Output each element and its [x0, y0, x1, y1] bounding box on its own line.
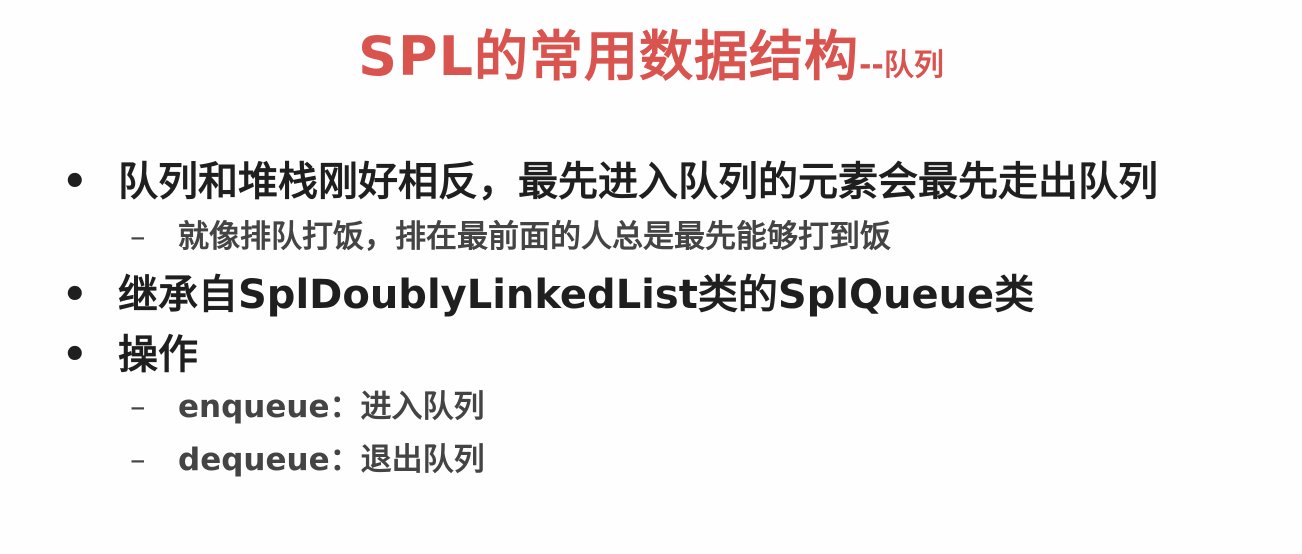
sub-bullet-text: dequeue：退出队列: [178, 442, 485, 478]
sub-bullet-marker: –: [130, 219, 146, 255]
bullet-marker: •: [62, 159, 88, 205]
bullet-marker: •: [62, 332, 88, 378]
bullet-text: 操作: [118, 332, 198, 378]
bullet-item: • 队列和堆栈刚好相反，最先进入队列的元素会最先走出队列: [62, 162, 1158, 202]
bullet-item: • 操作: [62, 335, 198, 375]
sub-bullet-text: 就像排队打饭，排在最前面的人总是最先能够打到饭: [178, 219, 891, 255]
sub-bullet-text: enqueue：进入队列: [178, 389, 485, 425]
bullet-text: 继承自SplDoublyLinkedList类的SplQueue类: [118, 272, 1035, 318]
sub-bullet-item: – enqueue：进入队列: [130, 392, 484, 423]
bullet-item: • 继承自SplDoublyLinkedList类的SplQueue类: [62, 275, 1034, 315]
bullet-text: 队列和堆栈刚好相反，最先进入队列的元素会最先走出队列: [118, 159, 1158, 205]
slide: SPL的常用数据结构--队列 • 队列和堆栈刚好相反，最先进入队列的元素会最先走出…: [0, 0, 1302, 554]
sub-bullet-item: – 就像排队打饭，排在最前面的人总是最先能够打到饭: [130, 222, 891, 253]
sub-bullet-marker: –: [130, 442, 146, 478]
bullet-marker: •: [62, 272, 88, 318]
bullet-list: • 队列和堆栈刚好相反，最先进入队列的元素会最先走出队列 – 就像排队打饭，排在最前…: [0, 0, 1302, 554]
sub-bullet-item: – dequeue：退出队列: [130, 445, 485, 476]
sub-bullet-marker: –: [130, 389, 146, 425]
